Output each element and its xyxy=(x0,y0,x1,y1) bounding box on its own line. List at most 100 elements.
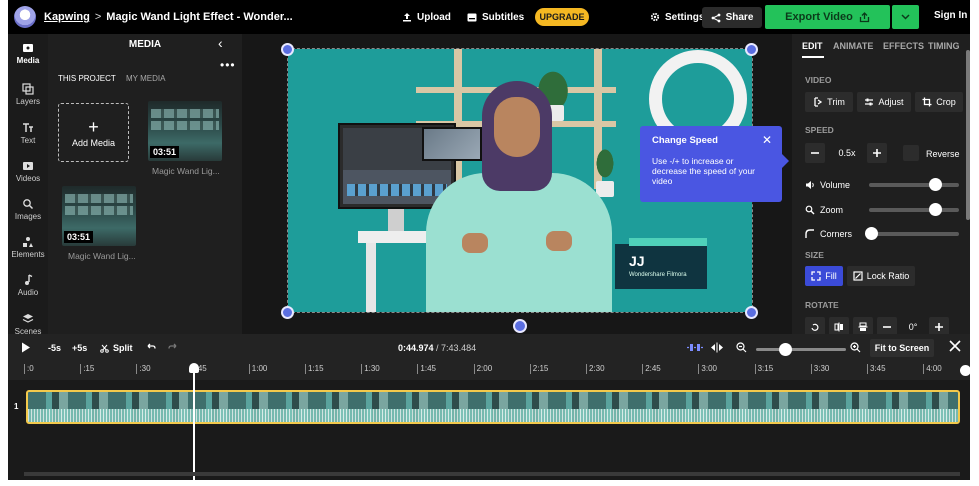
ruler-tick: :15 xyxy=(80,364,94,374)
tab-animate[interactable]: ANIMATE xyxy=(833,41,873,51)
rail-item-audio[interactable]: Audio xyxy=(8,274,48,297)
rail-item-media[interactable]: Media xyxy=(8,42,48,65)
rail-item-videos[interactable]: Videos xyxy=(8,160,48,183)
crop-button[interactable]: Crop xyxy=(915,92,963,112)
ruler-tick: 1:30 xyxy=(361,364,380,374)
ruler-tick: 2:30 xyxy=(586,364,605,374)
tooltip-body: Use -/+ to increase or decrease the spee… xyxy=(652,156,756,186)
snap-toggle-button[interactable] xyxy=(686,342,704,355)
rail-item-elements[interactable]: Elements xyxy=(8,236,48,259)
audio-icon xyxy=(25,274,33,285)
upgrade-button[interactable]: UPGRADE xyxy=(535,8,589,26)
video-clip[interactable] xyxy=(26,390,960,424)
timeline-ruler[interactable]: :0:15:30:45 1:00 1:15 1:30 1:45 2:00 2:15 2:30 2… xyxy=(24,364,960,376)
ruler-tick: 1:15 xyxy=(305,364,324,374)
tab-this-project[interactable]: THIS PROJECT xyxy=(58,74,116,83)
split-button[interactable]: Split xyxy=(100,343,133,353)
speed-increase-button[interactable] xyxy=(867,143,887,163)
corners-track[interactable] xyxy=(864,227,959,240)
rail-label-elements: Elements xyxy=(11,250,45,259)
media-thumbnail[interactable]: 03:51 xyxy=(62,186,136,246)
split-label: Split xyxy=(113,343,133,353)
resize-handle-top-right[interactable] xyxy=(745,43,758,56)
rail-item-images[interactable]: Images xyxy=(8,198,48,221)
close-icon[interactable]: ✕ xyxy=(762,133,772,147)
zoom-out-button[interactable] xyxy=(736,342,747,355)
resize-handle-bottom-right[interactable] xyxy=(745,306,758,319)
settings-button[interactable]: Settings xyxy=(650,0,704,34)
adjust-icon xyxy=(865,98,874,106)
rail-item-scenes[interactable]: Scenes xyxy=(8,313,48,336)
zoom-out-icon xyxy=(736,342,747,353)
fill-button[interactable]: Fill xyxy=(805,266,843,286)
speed-decrease-button[interactable] xyxy=(805,143,825,163)
project-title[interactable]: Magic Wand Light Effect - Wonder... xyxy=(106,11,292,23)
fit-to-screen-button[interactable]: Fit to Screen xyxy=(870,339,934,357)
resize-handle-bottom-left[interactable] xyxy=(281,306,294,319)
undo-icon xyxy=(147,343,156,349)
volume-track[interactable] xyxy=(869,178,959,191)
volume-slider[interactable]: Volume xyxy=(805,177,963,193)
zoom-in-icon xyxy=(850,342,861,353)
zoom-in-button[interactable] xyxy=(850,342,861,355)
upload-button[interactable]: Upload xyxy=(402,0,451,34)
redo-button[interactable] xyxy=(168,342,178,354)
corners-slider[interactable]: Corners xyxy=(805,226,963,242)
rail-item-layers[interactable]: Layers xyxy=(8,83,48,106)
section-rotate: ROTATE xyxy=(805,300,839,310)
back-5s-button[interactable]: -5s xyxy=(48,343,61,353)
tab-timing[interactable]: TIMING xyxy=(928,41,960,51)
kapwing-logo-icon[interactable] xyxy=(14,6,36,28)
crop-label: Crop xyxy=(936,97,956,107)
close-timeline-button[interactable] xyxy=(949,340,961,354)
timeline-zoom-knob[interactable] xyxy=(779,343,792,356)
canvas-stage: JJ Wondershare Filmora Change Speed Use … xyxy=(242,34,792,334)
more-options-icon[interactable]: ••• xyxy=(220,58,236,72)
media-name: Magic Wand Lig... xyxy=(152,166,220,176)
properties-panel: EDIT ANIMATE EFFECTS TIMING VIDEO Trim A… xyxy=(792,34,970,337)
rotate-handle[interactable] xyxy=(513,319,527,333)
subtitles-button[interactable]: Subtitles xyxy=(467,0,524,34)
presenter xyxy=(422,81,622,312)
rail-item-text[interactable]: Text xyxy=(8,122,48,145)
timeline-scrollbar[interactable] xyxy=(24,472,960,476)
split-view-button[interactable] xyxy=(710,342,724,355)
sign-in-link[interactable]: Sign In xyxy=(934,10,967,21)
plus-icon xyxy=(873,149,881,157)
media-thumbnail[interactable]: 03:51 xyxy=(148,101,222,161)
zoom-track[interactable] xyxy=(869,203,959,216)
playhead[interactable] xyxy=(193,364,195,480)
redo-icon xyxy=(168,343,177,349)
corners-knob[interactable] xyxy=(864,227,878,240)
tab-edit[interactable]: EDIT xyxy=(802,41,823,51)
share-button[interactable]: Share xyxy=(702,7,762,28)
timeline-end-handle[interactable] xyxy=(960,365,970,376)
add-media-button[interactable]: + Add Media xyxy=(58,103,129,162)
volume-knob[interactable] xyxy=(928,178,942,191)
export-label: Export Video xyxy=(785,11,853,23)
tab-my-media[interactable]: MY MEDIA xyxy=(126,74,165,83)
properties-scrollbar[interactable] xyxy=(966,50,970,220)
speed-value: 0.5x xyxy=(838,148,856,158)
brand-link[interactable]: Kapwing xyxy=(44,11,90,23)
zoom-icon xyxy=(805,205,815,215)
lock-ratio-button[interactable]: Lock Ratio xyxy=(847,266,915,286)
resize-handle-top-left[interactable] xyxy=(281,43,294,56)
export-options-button[interactable] xyxy=(892,5,919,29)
reverse-checkbox[interactable] xyxy=(903,145,919,161)
subtitles-icon xyxy=(467,13,477,21)
tab-effects[interactable]: EFFECTS xyxy=(883,41,924,51)
undo-button[interactable] xyxy=(146,342,156,354)
play-button[interactable] xyxy=(21,342,31,355)
trim-button[interactable]: Trim xyxy=(805,92,853,112)
export-video-button[interactable]: Export Video xyxy=(765,5,890,29)
timeline-zoom-track[interactable] xyxy=(756,348,846,351)
adjust-button[interactable]: Adjust xyxy=(857,92,911,112)
forward-5s-button[interactable]: +5s xyxy=(72,343,87,353)
ruler-tick: 2:45 xyxy=(642,364,661,374)
zoom-slider[interactable]: Zoom xyxy=(805,202,963,218)
collapse-panel-icon[interactable]: ‹ xyxy=(218,35,223,51)
zoom-knob[interactable] xyxy=(928,203,942,216)
split-view-icon xyxy=(711,342,723,353)
flip-vertical-icon xyxy=(858,322,868,331)
